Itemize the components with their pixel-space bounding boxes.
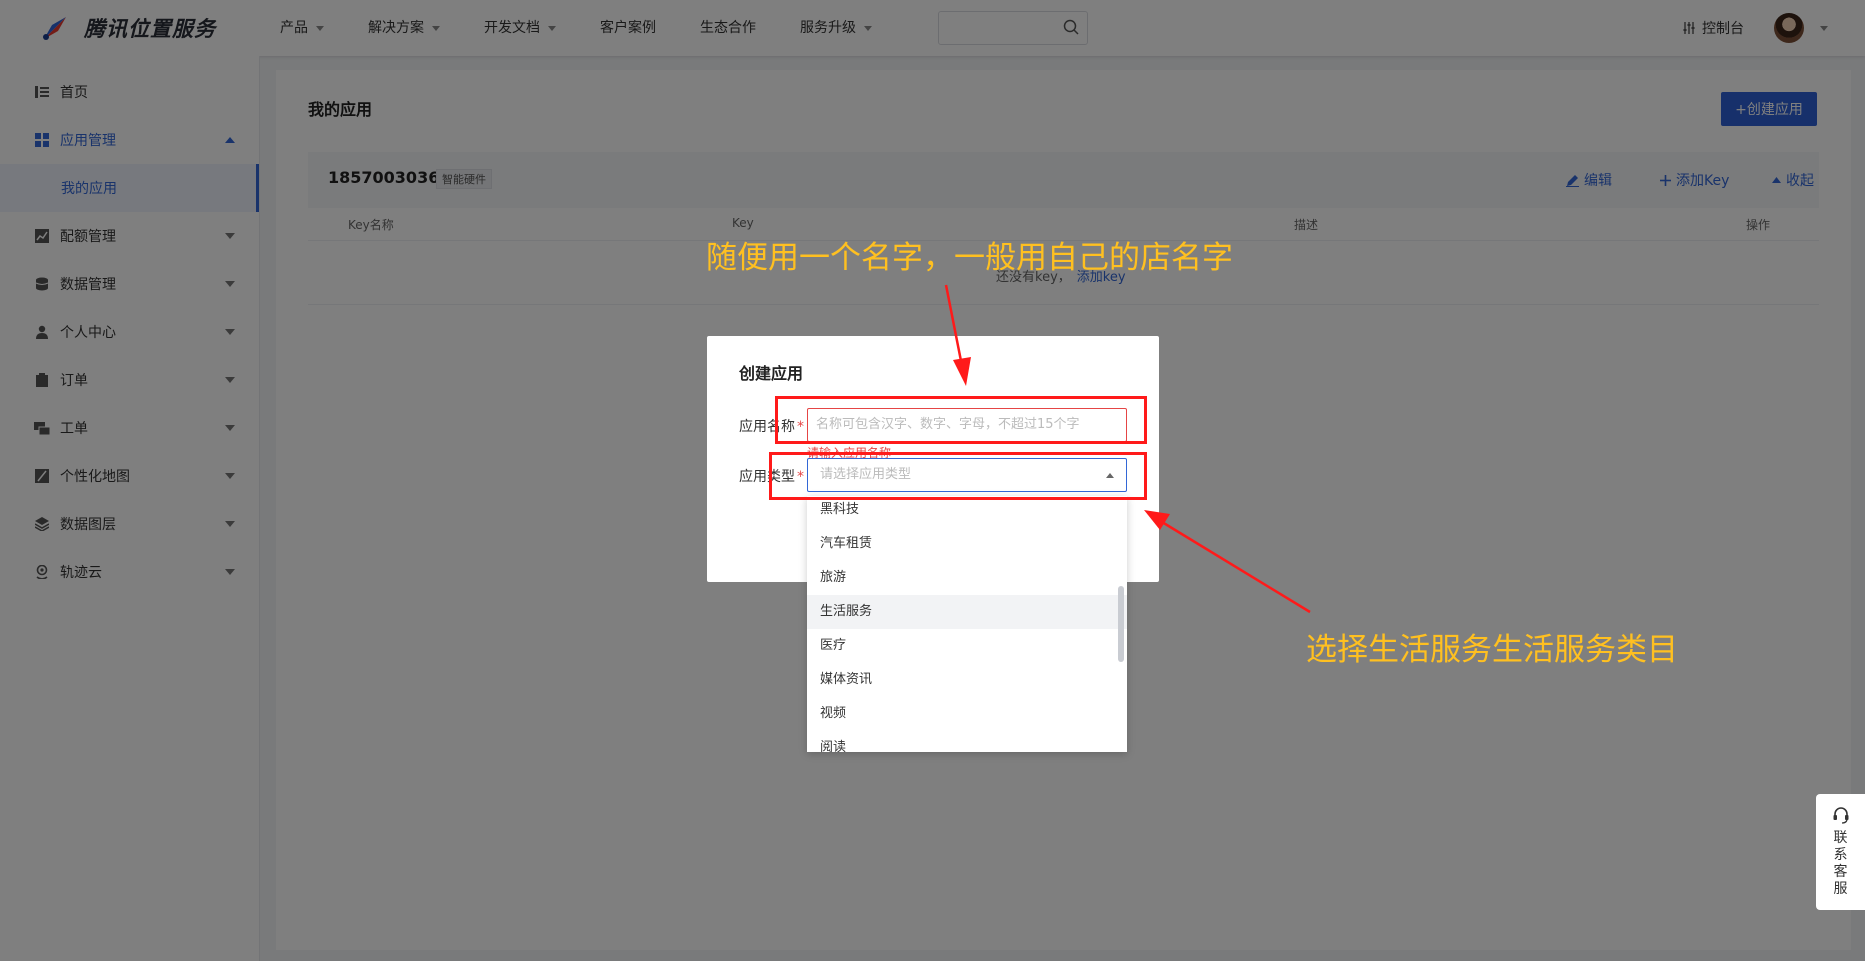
annotation-text-name: 随便用一个名字，一般用自己的店名字 [706,240,1233,276]
annotation-arrows [944,284,1311,614]
contact-service-label: 联系客服 [1833,830,1848,897]
annotation-text-type: 选择生活服务生活服务类目 [1306,632,1678,668]
contact-service-button[interactable]: 联系客服 [1816,794,1865,910]
headset-icon [1833,807,1848,824]
